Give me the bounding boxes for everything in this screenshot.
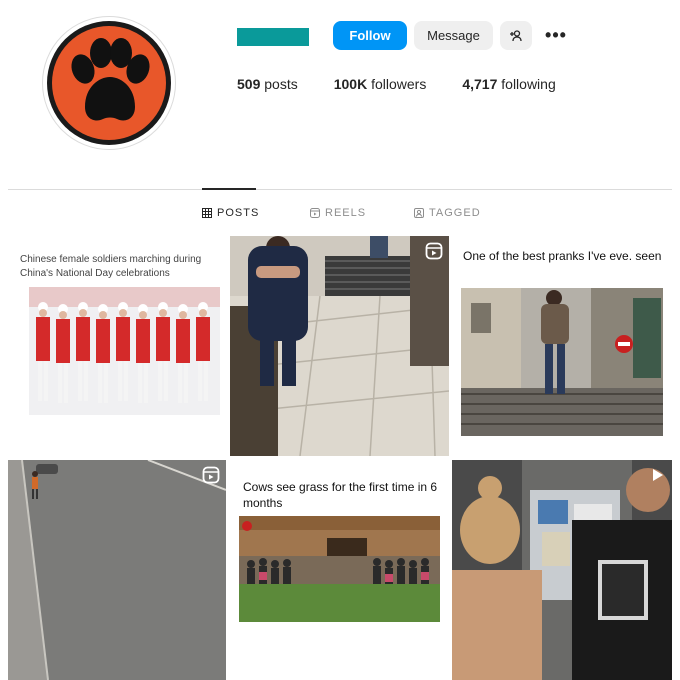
- post-tile-6[interactable]: [452, 460, 672, 680]
- post-tile-3[interactable]: One of the best pranks I've eve. seen: [452, 236, 672, 456]
- tab-tagged-label: TAGGED: [429, 207, 481, 219]
- profile-stats: 509 posts 100K followers 4,717 following: [237, 76, 556, 92]
- tab-reels[interactable]: REELS: [310, 207, 366, 219]
- followers-stat[interactable]: 100K followers: [334, 76, 427, 92]
- post-caption-1: Chinese female soldiers marching during …: [20, 254, 202, 279]
- following-count: 4,717: [462, 76, 498, 92]
- reel-badge-icon: [202, 466, 220, 484]
- active-tab-indicator: [202, 188, 256, 190]
- profile-avatar[interactable]: [42, 16, 176, 150]
- followers-count: 100K: [333, 76, 368, 92]
- post-caption-3: One of the best pranks I've eve. seen: [463, 249, 662, 263]
- add-user-button[interactable]: [500, 21, 532, 50]
- post-image-market: [230, 236, 449, 456]
- post-image-prank: [461, 288, 663, 436]
- posts-stat: 509 posts: [237, 76, 298, 92]
- post-image-road: [8, 460, 226, 680]
- follow-button[interactable]: Follow: [333, 21, 407, 50]
- message-button[interactable]: Message: [414, 21, 493, 50]
- post-caption-5: Cows see grass for the first time in 6 m…: [243, 480, 438, 510]
- post-tile-5[interactable]: Cows see grass for the first time in 6 m…: [230, 460, 449, 680]
- post-image-fridge: [452, 460, 672, 680]
- paw-print-icon: [47, 21, 171, 145]
- add-user-icon: [510, 29, 522, 41]
- tab-tagged[interactable]: TAGGED: [414, 207, 481, 219]
- post-image-soldiers: [29, 287, 220, 415]
- reel-badge-icon: [425, 242, 443, 260]
- tagged-icon: [414, 208, 424, 218]
- following-stat[interactable]: 4,717 following: [462, 76, 555, 92]
- post-tile-2[interactable]: [230, 236, 449, 456]
- posts-label: posts: [264, 76, 298, 92]
- following-label: following: [501, 76, 556, 92]
- posts-count: 509: [237, 76, 261, 92]
- post-image-cows: [239, 516, 440, 622]
- tab-reels-label: REELS: [325, 207, 367, 219]
- followers-label: followers: [371, 76, 427, 92]
- reel-badge-icon: [653, 469, 663, 481]
- tab-posts[interactable]: POSTS: [202, 207, 259, 219]
- post-tile-1[interactable]: Chinese female soldiers marching during …: [8, 236, 226, 456]
- post-tile-4[interactable]: [8, 460, 226, 680]
- profile-divider: [8, 189, 672, 190]
- username-redacted: [237, 28, 309, 46]
- tab-posts-label: POSTS: [217, 207, 260, 219]
- reels-icon: [310, 208, 320, 218]
- grid-icon: [202, 208, 212, 218]
- more-options-button[interactable]: •••: [540, 21, 572, 50]
